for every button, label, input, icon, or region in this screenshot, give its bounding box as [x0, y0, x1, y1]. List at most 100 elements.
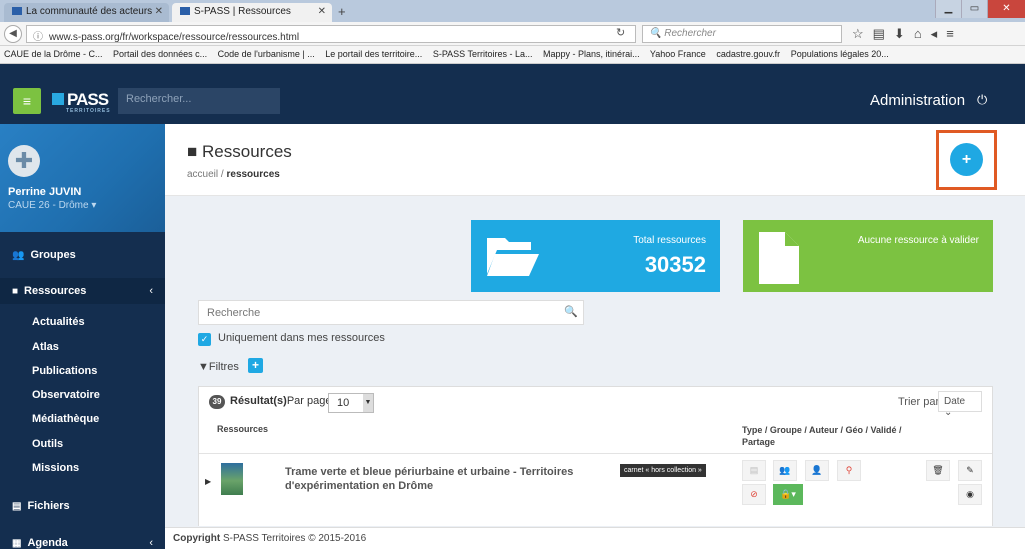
- site-favicon-icon: [180, 7, 190, 16]
- geo-pin-icon[interactable]: ⚲: [837, 460, 861, 481]
- resource-thumbnail[interactable]: [221, 463, 243, 495]
- results-label-text: Résultat(s): [230, 395, 287, 407]
- bookmark-item[interactable]: Portail des données c...: [113, 49, 207, 59]
- results-label: Résultat(s)Par page: [230, 395, 332, 407]
- per-page-select[interactable]: 10 ▼: [328, 393, 374, 413]
- power-icon[interactable]: ⏻: [977, 92, 987, 108]
- logo-subtext: TERRITOIRES: [66, 108, 111, 114]
- tab-label: La communauté des acteurs: [26, 6, 153, 17]
- edit-icon[interactable]: ✎: [958, 460, 982, 481]
- bookmark-item[interactable]: S-PASS Territoires - La...: [433, 49, 533, 59]
- sidebar-item-label: Agenda: [27, 537, 68, 549]
- avatar[interactable]: ✚: [8, 145, 40, 177]
- page-title: ■ Ressources: [187, 142, 292, 162]
- sidebar-item-agenda[interactable]: ▦ Agenda ‹: [0, 537, 165, 549]
- app-header-top: [0, 64, 1025, 82]
- minimize-button[interactable]: ▁: [935, 0, 961, 18]
- row-divider: [199, 453, 992, 454]
- close-window-button[interactable]: ✕: [987, 0, 1025, 18]
- breadcrumb-home[interactable]: accueil: [187, 169, 218, 180]
- user-org: CAUE 26 - Drôme: [8, 200, 89, 211]
- sidebar-item-label: Fichiers: [27, 500, 70, 512]
- per-page-label: Par page: [286, 395, 332, 407]
- view-eye-icon[interactable]: ◉: [958, 484, 982, 505]
- results-count-badge: 39: [209, 395, 225, 409]
- close-tab-icon[interactable]: ✕: [155, 6, 163, 17]
- total-resources-label: Total ressources: [633, 235, 706, 246]
- folder-icon: ■: [187, 142, 198, 161]
- reload-icon[interactable]: ↻: [616, 26, 625, 39]
- bookmark-item[interactable]: CAUE de la Drôme - C...: [4, 49, 103, 59]
- menu-toggle-button[interactable]: ≡: [13, 88, 41, 114]
- administration-link[interactable]: Administration: [870, 92, 965, 109]
- sidebar-item-outils[interactable]: Outils: [0, 438, 165, 450]
- table-row: [199, 515, 992, 526]
- filters-toggle[interactable]: ▼Filtres: [198, 361, 239, 373]
- trash-icon[interactable]: 🗑: [926, 460, 950, 481]
- share-lock-button[interactable]: 🔒▾: [773, 484, 803, 505]
- resource-search-input[interactable]: Recherche: [198, 300, 584, 325]
- chevron-left-icon: ‹: [149, 285, 153, 297]
- app-logo[interactable]: PASS TERRITOIRES: [52, 90, 110, 114]
- browser-tab-ressources[interactable]: S-PASS | Ressources ✕: [172, 3, 332, 22]
- app-search-input[interactable]: Rechercher...: [118, 88, 280, 114]
- author-icon[interactable]: 👤: [805, 460, 829, 481]
- sidebar-item-atlas[interactable]: Atlas: [0, 341, 165, 353]
- bookmark-item[interactable]: Yahoo France: [650, 49, 706, 59]
- sidebar-item-missions[interactable]: Missions: [0, 462, 165, 474]
- type-icon[interactable]: ▤: [742, 460, 766, 481]
- bookmark-item[interactable]: cadastre.gouv.fr: [716, 49, 780, 59]
- file-icon: ▤: [12, 501, 22, 512]
- resource-search-placeholder: Recherche: [207, 307, 261, 319]
- sort-select[interactable]: Date ⌄: [938, 391, 982, 418]
- close-tab-icon[interactable]: ✕: [318, 6, 326, 17]
- sidebar-item-actualites[interactable]: Actualités: [0, 316, 165, 328]
- app-search-placeholder: Rechercher...: [126, 93, 192, 105]
- sidebar-item-label: Groupes: [30, 249, 76, 261]
- browser-nav-bar: ◀ ⓘ www.s-pass.org/fr/workspace/ressource…: [0, 22, 1025, 46]
- breadcrumb-current: ressources: [226, 169, 280, 180]
- open-folder-icon: [487, 238, 539, 276]
- resource-title[interactable]: Trame verte et bleue périurbaine et urba…: [285, 465, 585, 493]
- site-favicon-icon: [12, 7, 22, 16]
- new-tab-button[interactable]: +: [338, 4, 346, 19]
- dropdown-arrow-icon: ▼: [363, 394, 373, 412]
- sidebar-item-ressources[interactable]: ■ Ressources ‹: [0, 278, 165, 304]
- sort-label: Trier par: [898, 396, 940, 408]
- back-button[interactable]: ◀: [4, 25, 22, 43]
- search-icon[interactable]: 🔍: [564, 305, 578, 318]
- pending-validation-label: Aucune ressource à valider: [857, 235, 979, 246]
- sidebar-item-fichiers[interactable]: ▤ Fichiers: [0, 500, 165, 512]
- maximize-button[interactable]: ▭: [961, 0, 987, 18]
- sidebar-item-publications[interactable]: Publications: [0, 365, 165, 377]
- info-icon[interactable]: ⓘ: [33, 32, 43, 43]
- group-icon[interactable]: 👥: [773, 460, 797, 481]
- bookmark-item[interactable]: Le portail des territoire...: [325, 49, 422, 59]
- filter-icon: ▼: [198, 361, 209, 373]
- url-bar[interactable]: ⓘ www.s-pass.org/fr/workspace/ressource/r…: [26, 25, 636, 43]
- add-resource-button[interactable]: +: [950, 143, 983, 176]
- sidebar-item-groupes[interactable]: 👥 Groupes: [0, 249, 165, 261]
- toolbar-icons[interactable]: ☆▤⬇⌂◂≡: [852, 26, 963, 42]
- only-mine-checkbox[interactable]: ✓: [198, 333, 211, 346]
- calendar-icon: ▦: [12, 538, 22, 549]
- footer-text: S-PASS Territoires © 2015-2016: [223, 533, 367, 544]
- column-header-meta: Type / Groupe / Auteur / Géo / Validé / …: [742, 425, 902, 447]
- results-table: [198, 386, 993, 526]
- user-panel: [0, 124, 165, 232]
- bookmark-item[interactable]: Populations légales 20...: [791, 49, 889, 59]
- browser-tab-communaute[interactable]: La communauté des acteurs ✕: [4, 3, 169, 22]
- browser-search-input[interactable]: 🔍 Rechercher: [642, 25, 842, 43]
- bookmark-item[interactable]: Mappy - Plans, itinérai...: [543, 49, 640, 59]
- filters-label: Filtres: [208, 361, 239, 373]
- not-validated-icon[interactable]: ⊘: [742, 484, 766, 505]
- expand-row-icon[interactable]: ▶: [205, 477, 211, 486]
- bookmark-item[interactable]: Code de l'urbanisme | ...: [218, 49, 315, 59]
- only-mine-label: Uniquement dans mes ressources: [218, 332, 385, 344]
- sidebar-item-mediatheque[interactable]: Médiathèque: [0, 413, 165, 425]
- users-icon: 👥: [12, 250, 25, 261]
- add-filter-button[interactable]: +: [248, 358, 263, 373]
- logo-text: PASS: [67, 90, 109, 109]
- user-org-dropdown[interactable]: CAUE 26 - Drôme ▾: [8, 200, 96, 211]
- sidebar-item-observatoire[interactable]: Observatoire: [0, 389, 165, 401]
